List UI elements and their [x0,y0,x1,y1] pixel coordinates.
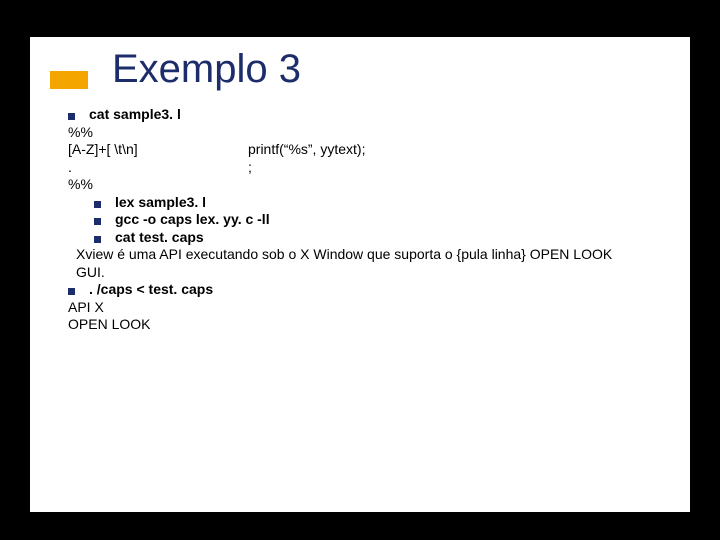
code-action: ; [248,159,252,177]
bullet-label: cat sample3. l [89,106,181,124]
code-delim2: %% [68,176,670,194]
code-rule-2: . ; [68,159,670,177]
code-rule-1: [A-Z]+[ \t\n] printf(“%s”, yytext); [68,141,670,159]
bullet-label: cat test. caps [115,229,204,247]
bullet-icon [94,236,101,243]
bullet-icon [94,201,101,208]
accent-bar [50,71,88,89]
bullet-icon [68,288,75,295]
bullet-icon [68,113,75,120]
bullet-cat-test: cat test. caps [94,229,670,247]
code-pattern: . [68,159,248,177]
bullet-label: gcc -o caps lex. yy. c -ll [115,211,270,229]
bullet-gcc: gcc -o caps lex. yy. c -ll [94,211,670,229]
code-action: printf(“%s”, yytext); [248,141,365,159]
slide-title: Exemplo 3 [112,47,670,92]
output-line2: OPEN LOOK [68,316,670,334]
bullet-label: lex sample3. l [115,194,206,212]
bullet-cat: cat sample3. l [68,106,670,124]
bullet-icon [94,218,101,225]
slide-content: cat sample3. l %% [A-Z]+[ \t\n] printf(“… [68,106,670,334]
code-delim1: %% [68,124,670,142]
output-line1: API X [68,299,670,317]
bullet-label: . /caps < test. caps [89,281,213,299]
bullet-run: . /caps < test. caps [68,281,670,299]
code-pattern: [A-Z]+[ \t\n] [68,141,248,159]
title-wrap: Exemplo 3 [50,47,670,92]
bullet-lex: lex sample3. l [94,194,670,212]
paragraph: Xview é uma API executando sob o X Windo… [68,246,670,281]
slide: Exemplo 3 cat sample3. l %% [A-Z]+[ \t\n… [30,37,690,512]
